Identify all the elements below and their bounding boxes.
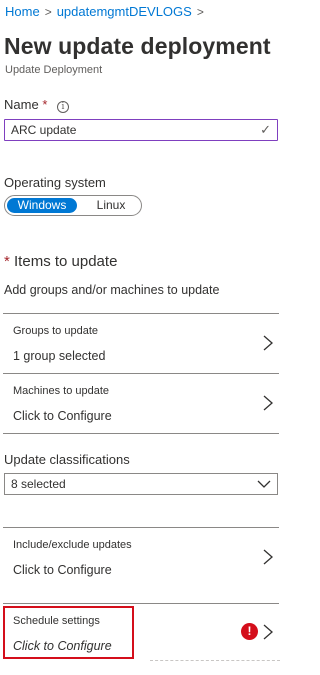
required-marker: * [42,97,48,112]
name-input[interactable]: ARC update ✓ [4,119,278,141]
required-marker: * [4,253,10,270]
include-exclude-row-label: Include/exclude updates [13,539,132,551]
classifications-label: Update classifications [4,452,130,467]
divider [150,660,280,662]
chevron-right-icon [263,335,273,351]
schedule-row-value: Click to Configure [13,639,112,653]
check-icon: ✓ [260,122,271,137]
chevron-right-icon [263,395,273,411]
page-title: New update deployment [4,33,271,59]
include-exclude-row[interactable]: Include/exclude updates Click to Configu… [3,527,279,588]
groups-row[interactable]: Groups to update 1 group selected [3,313,279,374]
groups-row-value: 1 group selected [13,349,106,363]
divider [3,433,279,434]
groups-row-label: Groups to update [13,325,99,337]
schedule-row-label: Schedule settings [13,615,100,627]
machines-row-label: Machines to update [13,385,110,397]
info-icon[interactable]: i [57,101,69,113]
classifications-value: 8 selected [11,477,66,491]
chevron-right-icon [263,624,273,640]
machines-row[interactable]: Machines to update Click to Configure [3,373,279,434]
breadcrumb-separator: > [44,5,52,19]
os-label: Operating system [4,175,106,190]
machines-row-value: Click to Configure [13,409,112,423]
chevron-right-icon [263,549,273,565]
os-toggle[interactable]: Windows Linux [4,195,142,216]
breadcrumb-separator: > [196,5,204,19]
os-option-linux[interactable]: Linux [81,198,141,213]
classifications-dropdown[interactable]: 8 selected [4,473,278,495]
items-section-title: * Items to update [4,253,118,270]
breadcrumb-home-link[interactable]: Home [5,4,40,19]
os-option-windows[interactable]: Windows [7,198,77,213]
items-section-description: Add groups and/or machines to update [4,283,220,297]
include-exclude-row-value: Click to Configure [13,563,112,577]
error-icon: ! [241,623,258,640]
name-label: Name * i [4,97,69,113]
breadcrumb: Home > updatemgmtDEVLOGS > [5,4,209,19]
page-subtitle: Update Deployment [5,64,103,76]
breadcrumb-resource-link[interactable]: updatemgmtDEVLOGS [57,4,192,19]
chevron-down-icon [257,480,271,488]
name-input-value: ARC update [11,123,77,137]
schedule-row[interactable]: Schedule settings Click to Configure [3,603,279,664]
